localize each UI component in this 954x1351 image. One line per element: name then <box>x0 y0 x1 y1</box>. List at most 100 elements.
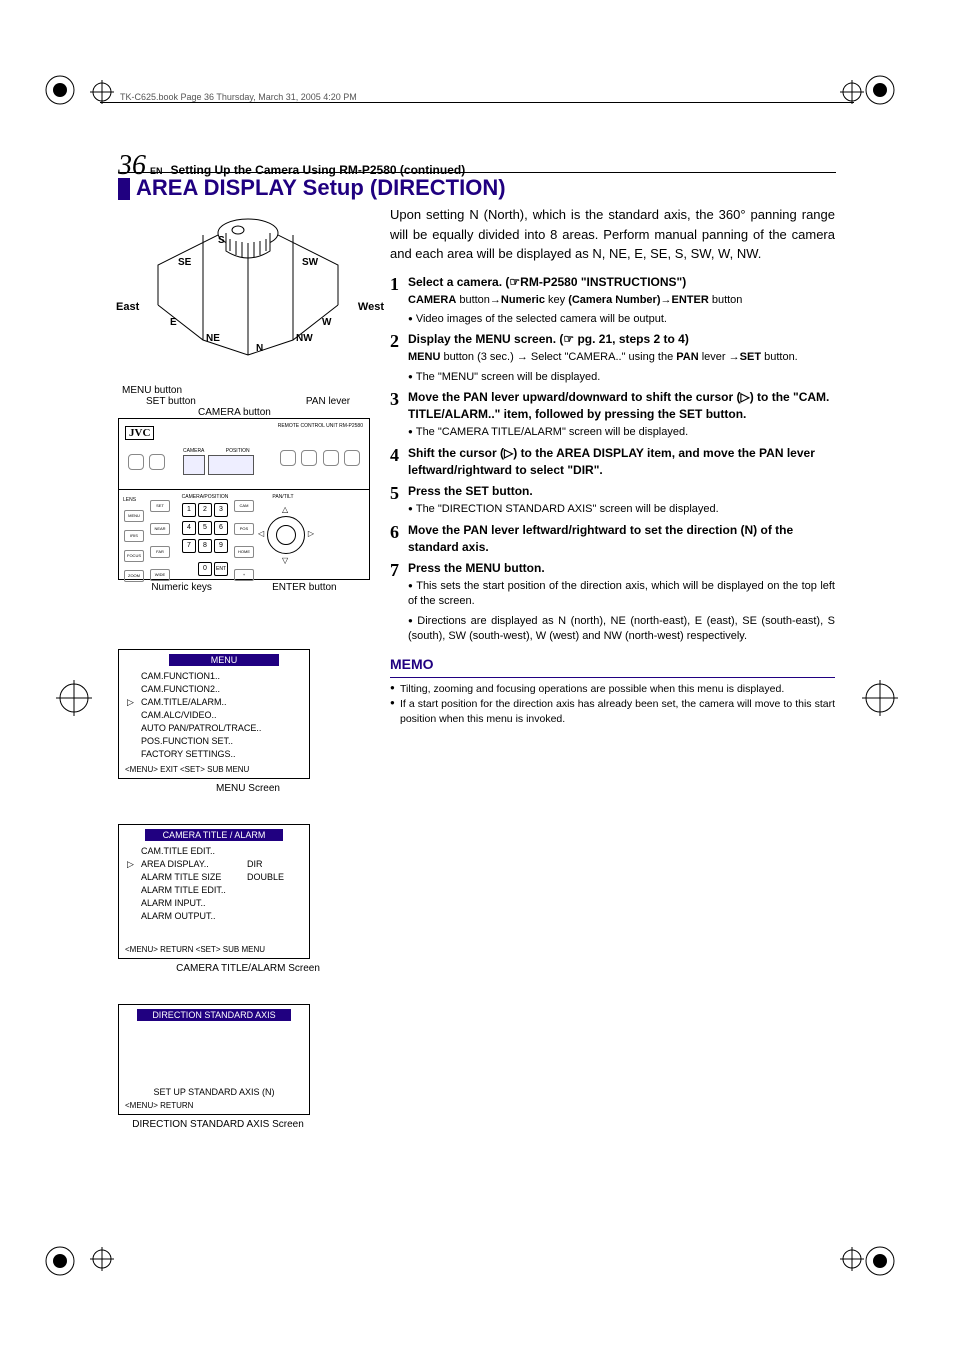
page-runner: TK-C625.book Page 36 Thursday, March 31,… <box>120 92 357 102</box>
menu-item: ALARM TITLE EDIT.. <box>119 884 309 897</box>
power-button <box>149 454 165 470</box>
menu-item: CAM.ALC/VIDEO.. <box>119 709 309 722</box>
menu-screen-title: MENU <box>169 654 279 666</box>
dir-nw: NW <box>296 333 313 344</box>
menu-footer: <MENU> RETURN <box>119 1097 309 1110</box>
controller-diagram: JVC REMOTE CONTROL UNIT RM-P2580 CAMERA … <box>118 418 370 580</box>
menu-item: AUTO PAN/PATROL/TRACE.. <box>119 722 309 735</box>
menu-footer: <MENU> EXIT <SET> SUB MENU <box>119 761 309 774</box>
menu-screen-title: DIRECTION STANDARD AXIS <box>137 1009 291 1021</box>
jvc-logo: JVC <box>125 426 154 440</box>
compass-west: West <box>358 301 384 313</box>
menu-caption: CAMERA TITLE/ALARM Screen <box>118 963 378 974</box>
joystick-icon: ◁ ▷ △ ▽ <box>267 516 305 554</box>
key-4: 4 <box>182 521 196 535</box>
ctrl-button <box>323 450 339 466</box>
ctrl-button <box>344 450 360 466</box>
compass-east: East <box>116 301 139 313</box>
pos-button: CAM <box>234 500 254 512</box>
dir-n: N <box>256 343 263 354</box>
step-5: 5 Press the SET button. The "DIRECTION S… <box>390 483 835 517</box>
memo-heading: MEMO <box>390 654 835 678</box>
heading-bar <box>118 178 130 200</box>
step-number: 2 <box>390 329 399 354</box>
step-bullet: The "DIRECTION STANDARD AXIS" screen wil… <box>408 502 835 517</box>
step-number: 5 <box>390 481 399 506</box>
step-number: 6 <box>390 520 399 545</box>
step-number: 3 <box>390 387 399 412</box>
memo-item: If a start position for the direction ax… <box>390 697 835 726</box>
step-heading: Move the PAN lever upward/downward to sh… <box>408 390 829 421</box>
cursor-icon: ▷ <box>127 696 134 709</box>
menu-item: ▷AREA DISPLAY..DIR <box>119 858 309 871</box>
dir-sw: SW <box>302 257 318 268</box>
lens-button: WIDE <box>150 569 170 581</box>
rule <box>118 172 836 173</box>
power-button <box>128 454 144 470</box>
ctrl-button <box>280 450 296 466</box>
menu-screen-2: CAMERA TITLE / ALARM CAM.TITLE EDIT.. ▷A… <box>118 824 310 959</box>
menu-item: CAM.FUNCTION2.. <box>119 683 309 696</box>
reg-mark-icon <box>42 1243 78 1279</box>
intro-paragraph: Upon setting N (North), which is the sta… <box>390 205 835 264</box>
key-9: 9 <box>214 539 228 553</box>
segment-display <box>183 455 205 475</box>
lens-button: FOCUS <box>124 550 144 562</box>
key-5: 5 <box>198 521 212 535</box>
menu-item: ALARM TITLE SIZEDOUBLE <box>119 871 309 884</box>
step-number: 4 <box>390 443 399 468</box>
step-heading: Shift the cursor (▷) to the AREA DISPLAY… <box>408 446 815 477</box>
step-heading: Press the SET button. <box>408 484 533 498</box>
menu-button-label: MENU button <box>122 385 378 396</box>
camera-compass-icon <box>118 205 378 365</box>
key-7: 7 <box>182 539 196 553</box>
controller-labels: MENU button SET button PAN lever CAMERA … <box>118 385 378 418</box>
rule <box>100 102 854 103</box>
menu-screen-line: SET UP STANDARD AXIS (N) <box>119 1087 309 1097</box>
camera-label: CAMERA <box>183 448 204 454</box>
step-bullet: This sets the start position of the dire… <box>408 579 835 610</box>
menu-screen-title: CAMERA TITLE / ALARM <box>145 829 283 841</box>
step-number: 7 <box>390 558 399 583</box>
lens-button: MENU <box>124 510 144 522</box>
menu-item: POS.FUNCTION SET.. <box>119 735 309 748</box>
reg-mark-icon <box>56 680 92 716</box>
memo-item: Tilting, zooming and focusing operations… <box>390 682 835 697</box>
menu-item: ALARM INPUT.. <box>119 897 309 910</box>
main-heading: AREA DISPLAY Setup (DIRECTION) <box>136 175 506 201</box>
menu-item: ▷CAM.TITLE/ALARM.. <box>119 696 309 709</box>
left-column: East West SE S SW E NE N NW W MENU butto… <box>118 205 378 1130</box>
ctrl-button <box>301 450 317 466</box>
pantilt-section-label: PAN/TILT <box>261 494 305 500</box>
key-6: 6 <box>214 521 228 535</box>
dir-ne: NE <box>206 333 220 344</box>
reg-cross-icon <box>840 1247 864 1271</box>
position-label: POSITION <box>226 448 250 454</box>
key-0: 0 <box>198 562 212 576</box>
key-1: 1 <box>182 503 196 517</box>
step-heading: Press the MENU button. <box>408 561 545 575</box>
dir-e: E <box>170 317 177 328</box>
lens-button: ZOOM <box>124 570 144 582</box>
step-sub: CAMERA button→Numeric key (Camera Number… <box>408 293 835 308</box>
step-4: 4 Shift the cursor (▷) to the AREA DISPL… <box>390 445 835 479</box>
controller-model: REMOTE CONTROL UNIT RM-P2580 <box>278 423 363 429</box>
manual-page: TK-C625.book Page 36 Thursday, March 31,… <box>0 0 954 1351</box>
menu-item: CAM.TITLE EDIT.. <box>119 845 309 858</box>
menu-caption: MENU Screen <box>118 783 378 794</box>
menu-item: FACTORY SETTINGS.. <box>119 748 309 761</box>
step-2: 2 Display the MENU screen. (☞ pg. 21, st… <box>390 331 835 385</box>
numeric-keypad: CAMERA/POSITION 123 456 789 0ENT <box>181 494 229 586</box>
compass-diagram: East West SE S SW E NE N NW W <box>118 205 378 365</box>
lens-button: IRIS <box>124 530 144 542</box>
key-enter: ENT <box>214 562 228 576</box>
step-3: 3 Move the PAN lever upward/downward to … <box>390 389 835 441</box>
lens-button: FAR <box>150 546 170 558</box>
step-heading: Move the PAN lever leftward/rightward to… <box>408 523 793 554</box>
step-heading: Select a camera. (☞RM-P2580 "INSTRUCTION… <box>408 275 686 289</box>
dir-w: W <box>322 317 331 328</box>
step-heading: Display the MENU screen. (☞ pg. 21, step… <box>408 332 689 346</box>
reg-mark-icon <box>862 680 898 716</box>
right-column: Upon setting N (North), which is the sta… <box>390 205 835 726</box>
pan-lever-label: PAN lever <box>306 396 350 407</box>
